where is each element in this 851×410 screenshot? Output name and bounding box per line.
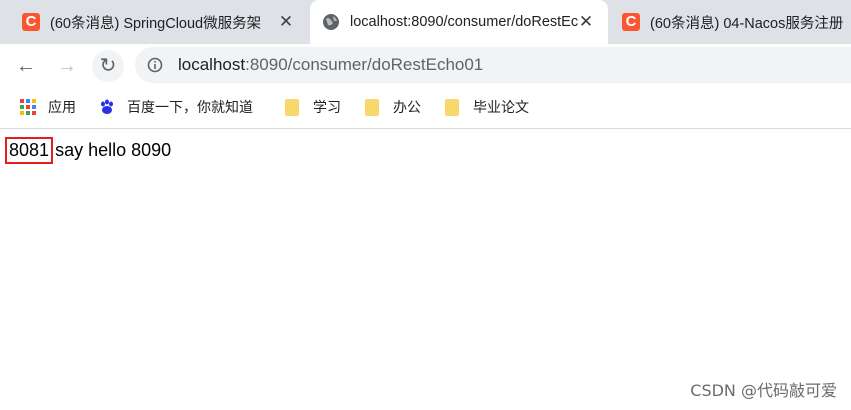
bookmark-folder-study[interactable]: 学习	[285, 96, 341, 118]
address-bar[interactable]: localhost:8090/consumer/doRestEcho01	[135, 47, 851, 83]
csdn-favicon-icon: C	[622, 13, 640, 31]
baidu-paw-icon	[101, 99, 113, 114]
watermark: CSDN @代码敲可爱	[690, 381, 837, 400]
bookmark-folder-office[interactable]: 办公	[365, 96, 421, 118]
browser-toolbar: ← → ↻ localhost:8090/consumer/doRestEcho…	[0, 44, 851, 86]
reload-button[interactable]: ↻	[92, 50, 124, 82]
tab-nacos[interactable]: C (60条消息) 04-Nacos服务注册	[610, 0, 851, 44]
forward-button[interactable]: →	[51, 50, 83, 82]
tab-title: (60条消息) 04-Nacos服务注册	[650, 15, 844, 32]
bookmark-label: 应用	[48, 99, 76, 115]
bookmark-label: 毕业论文	[473, 99, 529, 115]
folder-icon	[445, 98, 459, 116]
bookmark-baidu[interactable]: 百度一下，你就知道	[99, 96, 253, 118]
bookmark-label: 学习	[313, 99, 341, 115]
url-path: :8090/consumer/doRestEcho01	[245, 55, 484, 74]
bookmark-folder-thesis[interactable]: 毕业论文	[445, 96, 529, 118]
info-icon[interactable]	[147, 57, 163, 73]
csdn-favicon-icon: C	[22, 13, 40, 31]
close-icon[interactable]: ✕	[576, 12, 596, 32]
back-button[interactable]: ←	[10, 50, 42, 82]
tab-localhost[interactable]: localhost:8090/consumer/doRestEcho01 ✕	[310, 0, 608, 44]
apps-grid-icon	[20, 99, 36, 115]
tab-strip: C (60条消息) SpringCloud微服务架 ✕ localhost:80…	[0, 0, 851, 44]
url-host: localhost	[178, 55, 246, 74]
url-text[interactable]: localhost:8090/consumer/doRestEcho01	[178, 55, 483, 75]
tab-title: (60条消息) SpringCloud微服务架	[50, 15, 262, 32]
page-body-text: 8081 say hello 8090	[4, 137, 172, 164]
folder-icon	[365, 98, 379, 116]
tab-title: localhost:8090/consumer/doRestEcho01	[350, 14, 578, 30]
close-icon[interactable]: ✕	[276, 12, 296, 32]
bookmark-apps[interactable]: 应用	[20, 96, 76, 118]
folder-icon	[285, 98, 299, 116]
globe-icon	[323, 14, 339, 30]
bookmark-label: 办公	[393, 99, 421, 115]
response-message: say hello 8090	[55, 140, 172, 160]
tab-springcloud[interactable]: C (60条消息) SpringCloud微服务架 ✕	[10, 0, 308, 44]
highlighted-port: 8081	[4, 137, 54, 164]
bookmarks-bar: 应用 百度一下，你就知道 学习 办公 毕业论文	[0, 86, 851, 129]
bookmark-label: 百度一下，你就知道	[127, 99, 253, 115]
